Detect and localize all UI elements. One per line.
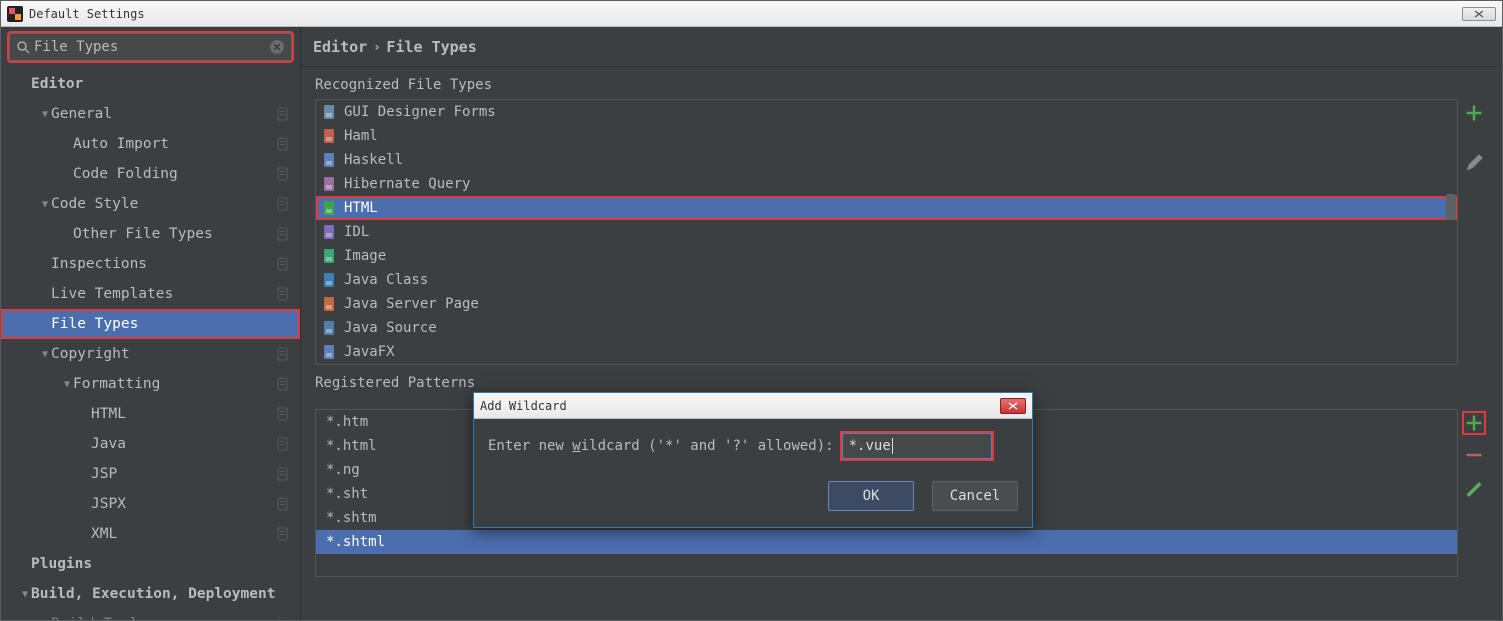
breadcrumb-root: Editor xyxy=(313,38,367,56)
breadcrumb: Editor › File Types xyxy=(301,27,1502,67)
page-icon xyxy=(276,227,290,241)
page-icon xyxy=(276,257,290,271)
file-type-item[interactable]: Java Server Page xyxy=(316,292,1457,316)
file-type-icon xyxy=(322,272,338,288)
file-type-item[interactable]: Image xyxy=(316,244,1457,268)
dialog-title: Add Wildcard xyxy=(480,399,567,413)
page-icon xyxy=(276,287,290,301)
tree-item[interactable]: XML xyxy=(1,519,300,549)
page-icon xyxy=(276,467,290,481)
tree-item[interactable]: File Types xyxy=(1,309,300,339)
page-icon xyxy=(276,617,290,620)
recognized-types-label: Recognized File Types xyxy=(301,67,1502,99)
page-icon xyxy=(276,137,290,151)
file-type-icon xyxy=(322,320,338,336)
file-type-icon xyxy=(322,176,338,192)
close-window-button[interactable] xyxy=(1462,7,1496,21)
file-type-icon xyxy=(322,128,338,144)
file-type-icon xyxy=(322,224,338,240)
add-file-type-button[interactable] xyxy=(1464,103,1484,123)
file-type-item[interactable]: JavaFX xyxy=(316,340,1457,364)
clear-search-icon[interactable] xyxy=(269,39,285,55)
tree-item[interactable]: ▼General xyxy=(1,99,300,129)
file-types-list[interactable]: GUI Designer FormsHamlHaskellHibernate Q… xyxy=(315,99,1458,365)
window-title: Default Settings xyxy=(29,7,145,21)
chevron-right-icon: › xyxy=(373,40,380,54)
titlebar: Default Settings xyxy=(1,1,1502,27)
page-icon xyxy=(276,497,290,511)
patterns-tools xyxy=(1458,409,1490,577)
scrollbar-thumb[interactable] xyxy=(1446,194,1456,220)
wildcard-input[interactable]: *.vue xyxy=(842,433,992,459)
add-pattern-button[interactable] xyxy=(1464,413,1484,433)
dialog-close-button[interactable] xyxy=(1000,398,1026,414)
tree-item[interactable]: Auto Import xyxy=(1,129,300,159)
file-type-item[interactable]: Haskell xyxy=(316,148,1457,172)
settings-search-input[interactable] xyxy=(9,33,292,61)
tree-item[interactable]: Java xyxy=(1,429,300,459)
edit-pattern-button[interactable] xyxy=(1464,477,1484,497)
tree-item[interactable]: JSP xyxy=(1,459,300,489)
dialog-prompt: Enter new wildcard ('*' and '?' allowed)… xyxy=(488,433,1018,459)
tree-item[interactable]: ▼Copyright xyxy=(1,339,300,369)
edit-file-type-button[interactable] xyxy=(1464,153,1484,173)
page-icon xyxy=(276,527,290,541)
file-type-icon xyxy=(322,152,338,168)
page-icon xyxy=(276,407,290,421)
remove-pattern-button[interactable] xyxy=(1464,445,1484,465)
file-type-item[interactable]: GUI Designer Forms xyxy=(316,100,1457,124)
page-icon xyxy=(276,347,290,361)
search-field[interactable] xyxy=(34,39,269,55)
file-type-item[interactable]: Hibernate Query xyxy=(316,172,1457,196)
file-type-icon xyxy=(322,344,338,360)
tree-item[interactable]: ▼Code Style xyxy=(1,189,300,219)
settings-tree[interactable]: Editor▼GeneralAuto ImportCode Folding▼Co… xyxy=(1,65,300,620)
file-type-icon xyxy=(322,248,338,264)
file-type-item[interactable]: HTML xyxy=(316,196,1457,220)
ok-button[interactable]: OK xyxy=(828,481,914,511)
tree-item[interactable]: Inspections xyxy=(1,249,300,279)
tree-item[interactable]: ▼Build, Execution, Deployment xyxy=(1,579,300,609)
tree-item[interactable]: ▶Build Tools xyxy=(1,609,300,620)
page-icon xyxy=(276,197,290,211)
page-icon xyxy=(276,167,290,181)
tree-item[interactable]: Code Folding xyxy=(1,159,300,189)
tree-item[interactable]: Other File Types xyxy=(1,219,300,249)
pattern-item[interactable]: *.shtml xyxy=(316,530,1457,554)
file-types-tools xyxy=(1458,99,1490,365)
app-icon xyxy=(7,6,23,22)
add-wildcard-dialog: Add Wildcard Enter new wildcard ('*' and… xyxy=(473,392,1033,528)
settings-sidebar: Editor▼GeneralAuto ImportCode Folding▼Co… xyxy=(1,27,301,620)
breadcrumb-page: File Types xyxy=(386,38,476,56)
tree-item[interactable]: Editor xyxy=(1,69,300,99)
file-type-icon xyxy=(322,200,338,216)
file-type-item[interactable]: Java Class xyxy=(316,268,1457,292)
tree-item[interactable]: HTML xyxy=(1,399,300,429)
page-icon xyxy=(276,437,290,451)
cancel-button[interactable]: Cancel xyxy=(932,481,1018,511)
tree-item[interactable]: ▼Formatting xyxy=(1,369,300,399)
page-icon xyxy=(276,107,290,121)
dialog-titlebar: Add Wildcard xyxy=(474,393,1032,419)
file-type-icon xyxy=(322,104,338,120)
file-type-item[interactable]: IDL xyxy=(316,220,1457,244)
tree-item[interactable]: Plugins xyxy=(1,549,300,579)
file-type-icon xyxy=(322,296,338,312)
file-type-item[interactable]: Haml xyxy=(316,124,1457,148)
tree-item[interactable]: JSPX xyxy=(1,489,300,519)
search-icon xyxy=(16,40,30,54)
file-type-item[interactable]: Java Source xyxy=(316,316,1457,340)
page-icon xyxy=(276,377,290,391)
settings-main: Editor › File Types Recognized File Type… xyxy=(301,27,1502,620)
tree-item[interactable]: Live Templates xyxy=(1,279,300,309)
